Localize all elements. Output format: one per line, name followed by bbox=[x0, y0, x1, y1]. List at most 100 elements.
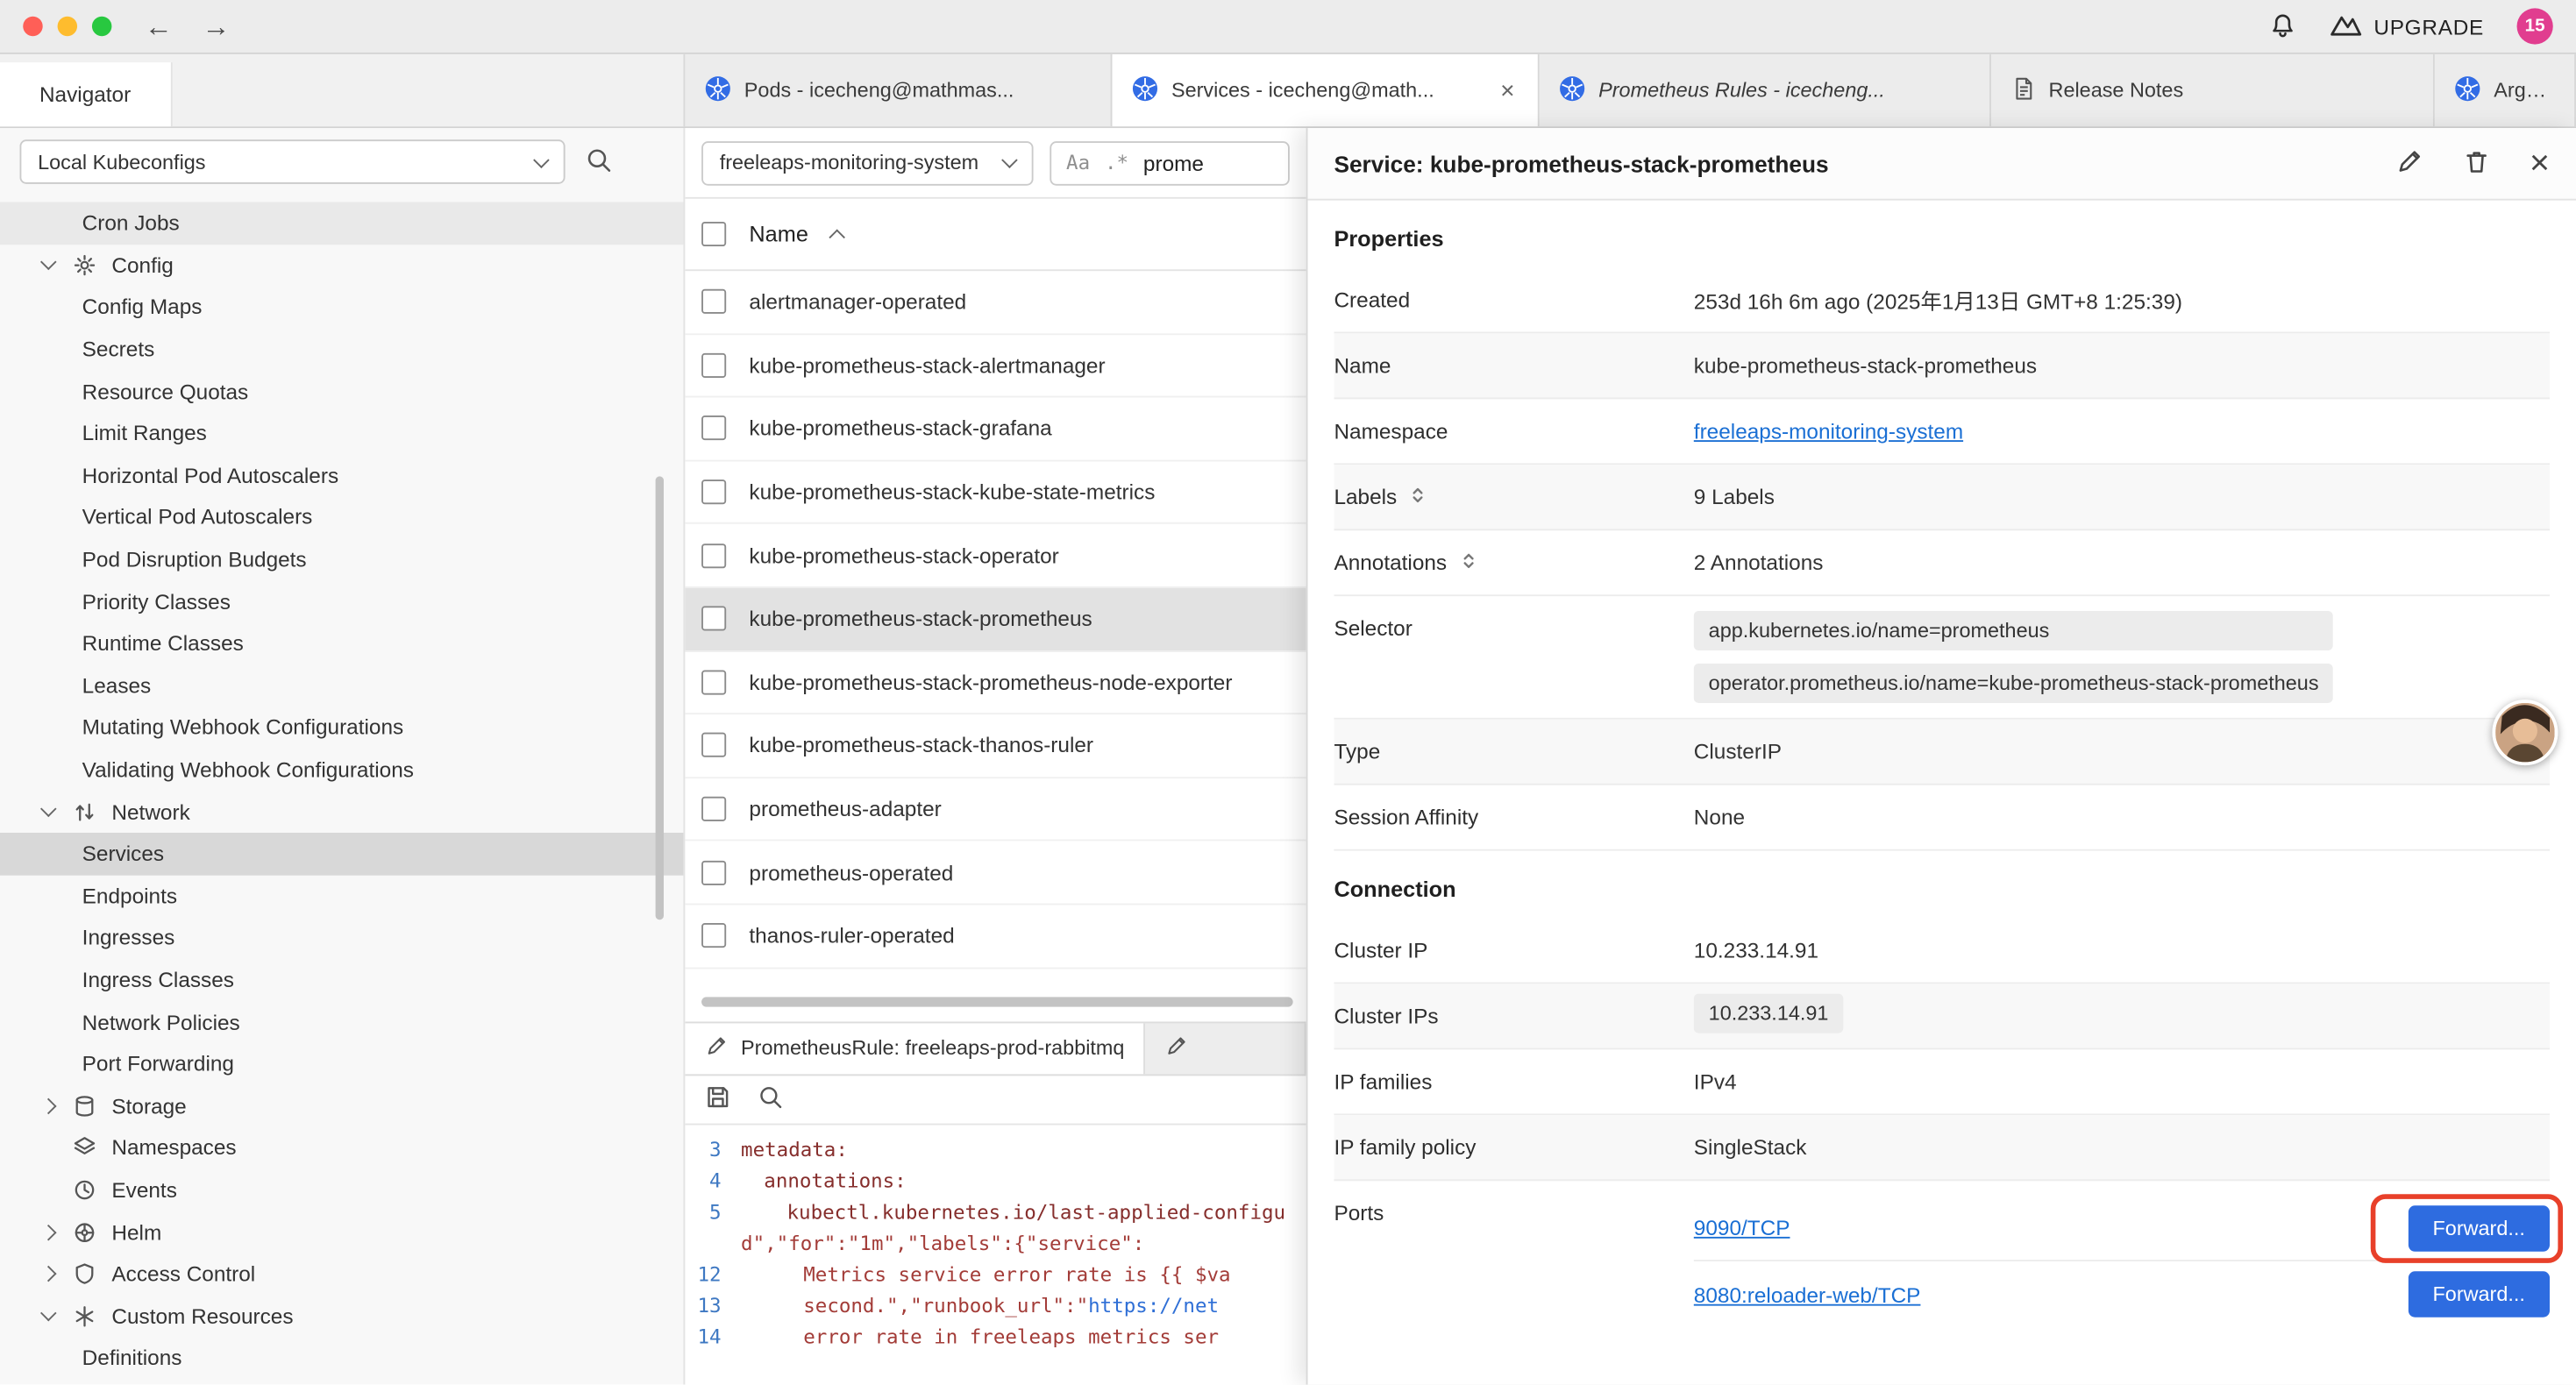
match-case-toggle[interactable]: Aa bbox=[1066, 151, 1090, 174]
row-checkbox[interactable] bbox=[701, 416, 726, 441]
row-checkbox[interactable] bbox=[701, 289, 726, 314]
tab-pods[interactable]: Pods - icecheng@mathmas... bbox=[685, 54, 1112, 126]
close-drawer-button[interactable]: × bbox=[2530, 146, 2550, 181]
save-button[interactable] bbox=[705, 1083, 731, 1115]
row-checkbox[interactable] bbox=[701, 923, 726, 948]
list-search-input[interactable]: Aa .* prome bbox=[1050, 140, 1290, 185]
sidebar-scrollbar[interactable] bbox=[656, 476, 664, 920]
table-row[interactable]: kube-prometheus-stack-prometheus-node-ex… bbox=[685, 651, 1306, 714]
forward-button[interactable]: → bbox=[202, 12, 230, 40]
service-details-drawer: Service: kube-prometheus-stack-prometheu… bbox=[1306, 128, 2576, 1384]
sidebar-item-ingresses[interactable]: Ingresses bbox=[0, 917, 683, 959]
sidebar-item-services[interactable]: Services bbox=[0, 833, 683, 875]
sidebar-group-storage[interactable]: Storage bbox=[0, 1085, 683, 1127]
minimize-window-button[interactable] bbox=[58, 17, 77, 36]
sidebar-item-cron-jobs[interactable]: Cron Jobs bbox=[0, 202, 683, 244]
forward-port-button[interactable]: Forward... bbox=[2408, 1204, 2550, 1250]
select-all-checkbox[interactable] bbox=[701, 222, 726, 246]
editor-tab-prometheusrule[interactable]: PrometheusRule: freeleaps-prod-rabbitmq bbox=[685, 1022, 1145, 1073]
zoom-window-button[interactable] bbox=[92, 17, 111, 36]
sidebar-item-namespaces[interactable]: Namespaces bbox=[0, 1126, 683, 1168]
sidebar-item-events[interactable]: Events bbox=[0, 1168, 683, 1211]
property-value[interactable]: 9 Labels bbox=[1694, 485, 1775, 509]
sort-ascending-icon[interactable] bbox=[829, 229, 845, 245]
expand-collapse-icon[interactable] bbox=[1408, 482, 1427, 512]
namespace-selector[interactable]: freeleaps-monitoring-system bbox=[701, 140, 1033, 185]
sidebar-item-leases[interactable]: Leases bbox=[0, 664, 683, 707]
row-checkbox[interactable] bbox=[701, 797, 726, 821]
sidebar-item-config-maps[interactable]: Config Maps bbox=[0, 286, 683, 328]
sidebar-item-label: Secrets bbox=[82, 337, 155, 361]
sidebar-item-priority-classes[interactable]: Priority Classes bbox=[0, 580, 683, 622]
property-value[interactable]: 2 Annotations bbox=[1694, 550, 1824, 575]
port-link[interactable]: 8080:reloader-web/TCP bbox=[1694, 1282, 1921, 1306]
editor-tab-next[interactable] bbox=[1146, 1022, 1306, 1073]
row-checkbox[interactable] bbox=[701, 353, 726, 378]
sidebar-group-config[interactable]: Config bbox=[0, 244, 683, 286]
port-link[interactable]: 9090/TCP bbox=[1694, 1216, 1790, 1240]
row-checkbox[interactable] bbox=[701, 543, 726, 568]
cluster-ip-chip[interactable]: 10.233.14.91 bbox=[1694, 994, 1844, 1033]
table-row[interactable]: kube-prometheus-stack-alertmanager bbox=[685, 334, 1306, 397]
expand-collapse-icon[interactable] bbox=[1458, 548, 1477, 578]
horizontal-scrollbar[interactable] bbox=[701, 996, 1293, 1005]
regex-toggle[interactable]: .* bbox=[1105, 151, 1128, 174]
table-row[interactable]: prometheus-adapter bbox=[685, 778, 1306, 842]
sidebar-item-pod-disruption-budgets[interactable]: Pod Disruption Budgets bbox=[0, 538, 683, 580]
notification-count-badge[interactable]: 15 bbox=[2517, 8, 2553, 44]
table-row[interactable]: kube-prometheus-stack-thanos-ruler bbox=[685, 714, 1306, 778]
editor-search-button[interactable] bbox=[758, 1083, 784, 1115]
navigator-tab[interactable]: Navigator bbox=[0, 62, 172, 126]
sidebar-item-vertical-pod-autoscalers[interactable]: Vertical Pod Autoscalers bbox=[0, 496, 683, 538]
table-row[interactable]: prometheus-operated bbox=[685, 842, 1306, 905]
upgrade-button[interactable]: UPGRADE bbox=[2330, 11, 2484, 41]
column-name-header[interactable]: Name bbox=[749, 222, 808, 246]
property-row-session-affinity: Session Affinity None bbox=[1334, 785, 2550, 851]
sidebar-item-endpoints[interactable]: Endpoints bbox=[0, 875, 683, 917]
table-row-selected[interactable]: kube-prometheus-stack-prometheus bbox=[685, 588, 1306, 651]
tab-argo[interactable]: Argo S bbox=[2435, 54, 2576, 126]
yaml-editor[interactable]: 3metadata: 4annotations: 5kubectl.kubern… bbox=[685, 1125, 1306, 1385]
sidebar-item-port-forwarding[interactable]: Port Forwarding bbox=[0, 1043, 683, 1085]
notifications-button[interactable] bbox=[2268, 10, 2296, 42]
sidebar-search-button[interactable] bbox=[585, 146, 613, 178]
selector-chip[interactable]: app.kubernetes.io/name=prometheus bbox=[1694, 611, 2334, 650]
sidebar-item-mutating-webhook-configurations[interactable]: Mutating Webhook Configurations bbox=[0, 707, 683, 749]
sidebar-item-resource-quotas[interactable]: Resource Quotas bbox=[0, 370, 683, 412]
tab-prometheus-rules[interactable]: Prometheus Rules - icecheng... bbox=[1540, 54, 1991, 126]
row-checkbox[interactable] bbox=[701, 670, 726, 694]
close-tab-icon[interactable]: × bbox=[1497, 76, 1518, 104]
kubeconfig-selector[interactable]: Local Kubeconfigs bbox=[19, 139, 565, 184]
sidebar-group-access-control[interactable]: Access Control bbox=[0, 1253, 683, 1295]
tab-release-notes[interactable]: Release Notes bbox=[1991, 54, 2435, 126]
back-button[interactable]: ← bbox=[145, 12, 173, 40]
close-window-button[interactable] bbox=[23, 17, 42, 36]
delete-button[interactable] bbox=[2462, 147, 2490, 180]
sidebar-group-network[interactable]: Network bbox=[0, 791, 683, 833]
table-row[interactable]: kube-prometheus-stack-kube-state-metrics bbox=[685, 461, 1306, 524]
table-row[interactable]: thanos-ruler-operated bbox=[685, 905, 1306, 968]
row-checkbox[interactable] bbox=[701, 479, 726, 504]
row-checkbox[interactable] bbox=[701, 607, 726, 631]
sidebar-item-runtime-classes[interactable]: Runtime Classes bbox=[0, 622, 683, 664]
sidebar-item-validating-webhook-configurations[interactable]: Validating Webhook Configurations bbox=[0, 749, 683, 791]
table-row[interactable]: alertmanager-operated bbox=[685, 271, 1306, 334]
selector-chip[interactable]: operator.prometheus.io/name=kube-prometh… bbox=[1694, 664, 2334, 703]
row-checkbox[interactable] bbox=[701, 734, 726, 758]
tab-services[interactable]: Services - icecheng@math... × bbox=[1113, 54, 1540, 126]
sidebar-item-network-policies[interactable]: Network Policies bbox=[0, 1001, 683, 1043]
sidebar-group-helm[interactable]: Helm bbox=[0, 1211, 683, 1253]
sidebar-item-limit-ranges[interactable]: Limit Ranges bbox=[0, 412, 683, 454]
sidebar-item-ingress-classes[interactable]: Ingress Classes bbox=[0, 959, 683, 1001]
sidebar-item-secrets[interactable]: Secrets bbox=[0, 328, 683, 370]
table-row[interactable]: kube-prometheus-stack-operator bbox=[685, 524, 1306, 587]
namespace-link[interactable]: freeleaps-monitoring-system bbox=[1694, 419, 1963, 444]
sidebar-item-horizontal-pod-autoscalers[interactable]: Horizontal Pod Autoscalers bbox=[0, 454, 683, 496]
edit-button[interactable] bbox=[2395, 147, 2423, 180]
sidebar-group-custom-resources[interactable]: Custom Resources bbox=[0, 1295, 683, 1337]
sidebar-item-definitions[interactable]: Definitions bbox=[0, 1337, 683, 1379]
floating-user-avatar[interactable] bbox=[2492, 700, 2558, 765]
forward-port-button[interactable]: Forward... bbox=[2408, 1271, 2550, 1317]
row-checkbox[interactable] bbox=[701, 860, 726, 884]
table-row[interactable]: kube-prometheus-stack-grafana bbox=[685, 398, 1306, 461]
